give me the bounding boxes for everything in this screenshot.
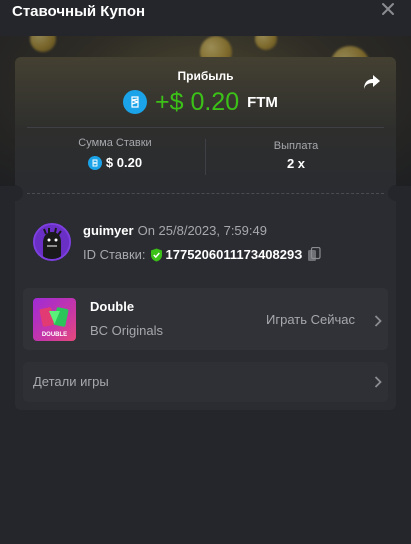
bet-coupon-card: Прибыль +$ 0.20 FTM Сумма Ставки $ 0.20 … [15,57,396,410]
game-name: Double [90,299,135,314]
coupon-header: Ставочный Купон [0,0,411,36]
divider [27,127,384,128]
coin-decoration [30,36,56,52]
bet-id-row: ID Ставки: 177520601117340829З [83,247,321,262]
profit-amount: +$ 0.20 [155,87,240,116]
bet-date: On 25/8/2023, 7:59:49 [137,223,267,238]
divider [205,139,206,175]
close-icon[interactable] [378,0,398,20]
username[interactable]: guimyer [83,223,134,238]
profit-label: Прибыль [177,69,234,83]
game-link-row[interactable]: DOUBLE Double BC Originals Играть Сейчас [23,288,388,350]
page-title: Ставочный Купон [12,3,146,20]
game-thumb-label: DOUBLE [41,332,68,338]
dashed-separator [27,193,384,194]
fantom-coin-icon [87,155,102,170]
bet-amount-label: Сумма Ставки [78,137,152,149]
game-thumbnail: DOUBLE [33,298,76,341]
game-details-row[interactable]: Детали игры [23,362,388,402]
profit-currency: FTM [247,93,278,111]
share-icon[interactable] [361,71,383,93]
chevron-right-icon [374,376,382,388]
ticket-notch [388,185,396,201]
bet-amount-text: $ 0.20 [105,155,143,170]
avatar[interactable] [33,223,71,261]
bet-id-label: ID Ставки: [83,247,146,262]
game-provider: BC Originals [90,323,163,338]
bet-user-line: guimyer On 25/8/2023, 7:59:49 [83,223,267,238]
payout-value: 2 x [286,156,306,171]
chevron-right-icon [374,315,382,327]
bet-id-value: 177520601117340829З [165,247,303,262]
payout-label: Выплата [273,140,319,152]
bet-amount-value: $ 0.20 [35,155,195,170]
play-now-link[interactable]: Играть Сейчас [266,312,355,327]
profit-row: +$ 0.20 FTM [123,87,278,117]
shield-check-icon [150,248,162,261]
fantom-coin-icon [123,90,147,114]
game-details-label: Детали игры [33,374,109,389]
coin-decoration [255,36,277,50]
copy-icon[interactable] [307,247,321,262]
